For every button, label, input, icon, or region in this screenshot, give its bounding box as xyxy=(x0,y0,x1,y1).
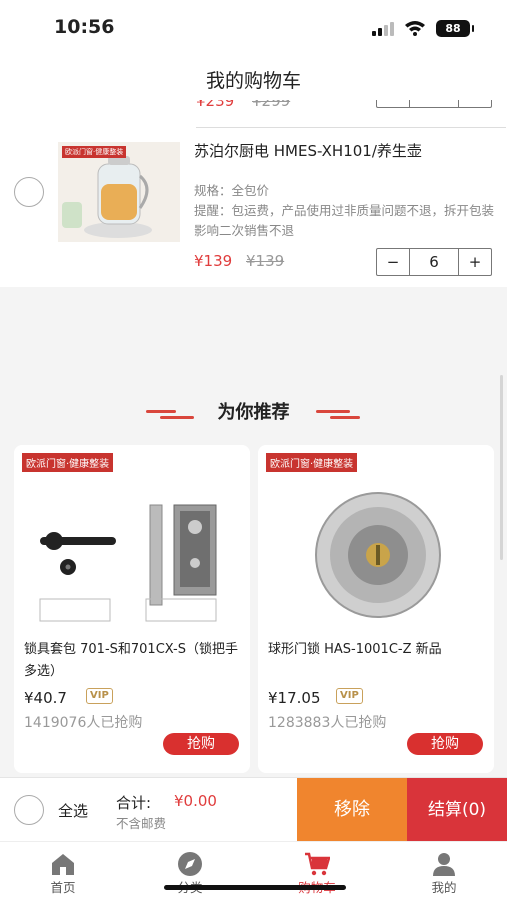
recommend-title: 为你推荐 xyxy=(217,402,290,423)
buy-button[interactable]: 抢购 xyxy=(407,733,483,755)
checkout-bar: 全选 合计: ¥0.00 不含邮费 移除 结算(0) xyxy=(0,777,507,842)
decrease-button[interactable]: − xyxy=(377,249,409,275)
product-title[interactable]: 苏泊尔厨电 HMES-XH101/养生壶 xyxy=(194,140,422,161)
home-indicator[interactable] xyxy=(164,885,346,890)
compass-icon xyxy=(178,852,202,876)
cart-icon xyxy=(305,852,330,876)
cart-item-previous: ¥239 ¥299 − 1 + xyxy=(196,100,506,128)
product-spec: 规格：全包价 xyxy=(194,183,270,198)
product-image-tag: 欧派门窗·健康整装 xyxy=(62,146,127,158)
battery-icon: 88 xyxy=(436,20,474,37)
select-all-checkbox[interactable] xyxy=(14,795,44,825)
tab-cart[interactable]: 购物车 xyxy=(254,842,380,900)
vip-badge: VIP xyxy=(336,688,363,704)
increase-button[interactable]: + xyxy=(459,249,491,275)
total-amount: ¥0.00 xyxy=(174,792,217,810)
product-tag: 欧派门窗·健康整装 xyxy=(22,453,114,472)
sold-count: 1419076人已抢购 xyxy=(24,715,143,731)
ball-lock-image xyxy=(268,475,484,635)
buy-button[interactable]: 抢购 xyxy=(163,733,239,755)
product-image[interactable]: 欧派门窗·健康整装 xyxy=(58,142,180,242)
status-bar: 10:56 88 xyxy=(0,0,507,56)
item-original-price: ¥299 xyxy=(252,100,291,110)
select-all-label[interactable]: 全选 xyxy=(58,800,88,821)
sold-count: 1283883人已抢购 xyxy=(268,715,387,731)
recommend-card[interactable]: 欧派门窗·健康整装 锁具套包 701-S和701CX-S（锁把手多选） ¥40.… xyxy=(14,445,250,773)
cellular-signal-icon xyxy=(372,22,394,36)
tab-home[interactable]: 首页 xyxy=(0,842,126,900)
item-original-price: ¥139 xyxy=(246,252,285,270)
quantity-value[interactable]: 6 xyxy=(409,249,459,275)
vip-badge: VIP xyxy=(86,688,113,704)
tab-profile[interactable]: 我的 xyxy=(381,842,507,900)
item-price: ¥139 xyxy=(194,252,233,270)
nav-header: 我的购物车 xyxy=(0,56,507,104)
product-price: ¥40.7 xyxy=(24,689,67,707)
total-label: 合计: xyxy=(116,794,152,812)
tab-label: 我的 xyxy=(431,880,457,895)
product-note: 提醒：包运费，产品使用过非质量问题不退，拆开包装影响二次销售不退 xyxy=(194,203,495,238)
item-checkbox[interactable] xyxy=(14,177,44,207)
item-price: ¥239 xyxy=(196,100,235,110)
product-name[interactable]: 锁具套包 701-S和701CX-S（锁把手多选） xyxy=(24,639,246,683)
tab-label: 首页 xyxy=(50,880,76,895)
tab-bar: 首页 分类 购物车 我的 xyxy=(0,841,507,900)
title-decoration-right xyxy=(330,416,360,419)
title-decoration-right xyxy=(316,410,350,413)
wifi-icon xyxy=(405,21,425,36)
home-icon xyxy=(52,854,74,875)
product-price: ¥17.05 xyxy=(268,689,321,707)
recommend-card[interactable]: 欧派门窗·健康整装 球形门锁 HAS-1001C-Z 新品 ¥17.05 VIP… xyxy=(258,445,494,773)
cart-list[interactable]: ¥239 ¥299 − 1 + 欧派门窗·健康整装 苏泊尔厨电 HMES-XH1… xyxy=(0,100,507,287)
shipping-note: 不含邮费 xyxy=(116,816,167,831)
page-title: 我的购物车 xyxy=(205,70,301,92)
lock-set-image xyxy=(24,475,240,635)
quantity-value[interactable]: 1 xyxy=(409,100,459,107)
user-icon xyxy=(433,853,455,876)
increase-button[interactable]: + xyxy=(459,100,491,107)
checkout-button[interactable]: 结算(0) xyxy=(407,778,507,842)
product-tag: 欧派门窗·健康整装 xyxy=(266,453,358,472)
decrease-button[interactable]: − xyxy=(377,100,409,107)
quantity-stepper[interactable]: − 6 + xyxy=(376,248,492,276)
tab-category[interactable]: 分类 xyxy=(127,842,253,900)
remove-button[interactable]: 移除 xyxy=(297,778,407,842)
clock: 10:56 xyxy=(54,16,115,38)
quantity-stepper[interactable]: − 1 + xyxy=(376,100,492,108)
product-name[interactable]: 球形门锁 HAS-1001C-Z 新品 xyxy=(268,639,490,661)
